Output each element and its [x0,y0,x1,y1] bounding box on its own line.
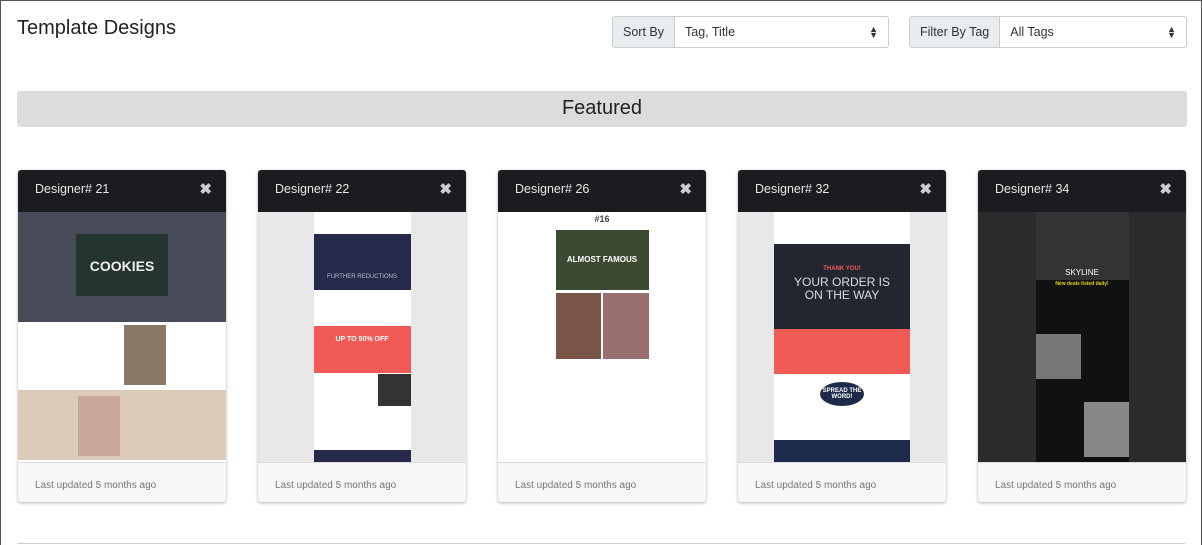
sort-by-group: Sort By Tag, Title ▲ ▼ [612,16,889,48]
card-footer: Last updated 5 months ago [978,462,1186,502]
template-thumbnail[interactable]: FURTHER REDUCTIONS UP TO 50% OFF [258,212,466,462]
card-title: Designer# 34 [995,182,1070,196]
card-footer: Last updated 5 months ago [498,462,706,502]
preview-text: ALMOST FAMOUS [566,255,638,264]
template-card[interactable]: Designer# 21 ✖ COOKIES Last updated 5 mon… [18,170,226,502]
divider [17,543,1185,544]
preview-text: YOUR ORDER IS ON THE WAY [793,275,890,302]
template-thumbnail[interactable]: THANK YOU! YOUR ORDER IS ON THE WAY SPRE… [738,212,946,462]
close-icon[interactable]: ✖ [1159,180,1172,198]
filter-by-tag-select[interactable]: All Tags ▲ ▼ [1000,17,1186,47]
close-icon[interactable]: ✖ [199,180,212,198]
preview-text: COOKIES [89,258,155,274]
preview-text: New deals listed daily! [1055,281,1109,287]
template-card[interactable]: Designer# 34 ✖ SKYLINE New deals listed d… [978,170,1186,502]
template-card[interactable]: Designer# 22 ✖ FURTHER REDUCTIONS UP TO 5… [258,170,466,502]
template-card[interactable]: Designer# 26 ✖ #16 ALMOST FAMOUS Last upd… [498,170,706,502]
template-card[interactable]: Designer# 32 ✖ THANK YOU! YOUR ORDER IS O… [738,170,946,502]
template-thumbnail[interactable]: SKYLINE New deals listed daily! [978,212,1186,462]
card-footer: Last updated 5 months ago [18,462,226,502]
preview-text: THANK YOU! [823,266,861,272]
card-title: Designer# 22 [275,182,350,196]
template-thumbnail[interactable]: #16 ALMOST FAMOUS [498,212,706,462]
sort-arrows-icon: ▲ ▼ [1167,24,1176,40]
filter-value: All Tags [1010,25,1054,39]
close-icon[interactable]: ✖ [439,180,452,198]
card-title: Designer# 21 [35,182,110,196]
card-footer: Last updated 5 months ago [258,462,466,502]
card-title: Designer# 26 [515,182,590,196]
card-title: Designer# 32 [755,182,830,196]
preview-text: FURTHER REDUCTIONS [327,274,397,280]
card-footer: Last updated 5 months ago [738,462,946,502]
preview-text: #16 [594,214,610,224]
featured-section-header: Featured [17,91,1187,127]
sort-by-value: Tag, Title [685,25,736,39]
preview-text: SKYLINE [1065,268,1099,277]
preview-text: SPREAD THE WORD! [820,382,864,406]
page-title: Template Designs [17,17,176,39]
preview-text: UP TO 50% OFF [335,336,389,343]
close-icon[interactable]: ✖ [919,180,932,198]
sort-arrows-icon: ▲ ▼ [869,24,878,40]
filter-by-tag-group: Filter By Tag All Tags ▲ ▼ [909,16,1187,48]
sort-by-select[interactable]: Tag, Title ▲ ▼ [675,17,888,47]
template-thumbnail[interactable]: COOKIES [18,212,226,462]
filter-by-tag-label: Filter By Tag [910,17,1001,47]
close-icon[interactable]: ✖ [679,180,692,198]
sort-by-label: Sort By [613,17,675,47]
